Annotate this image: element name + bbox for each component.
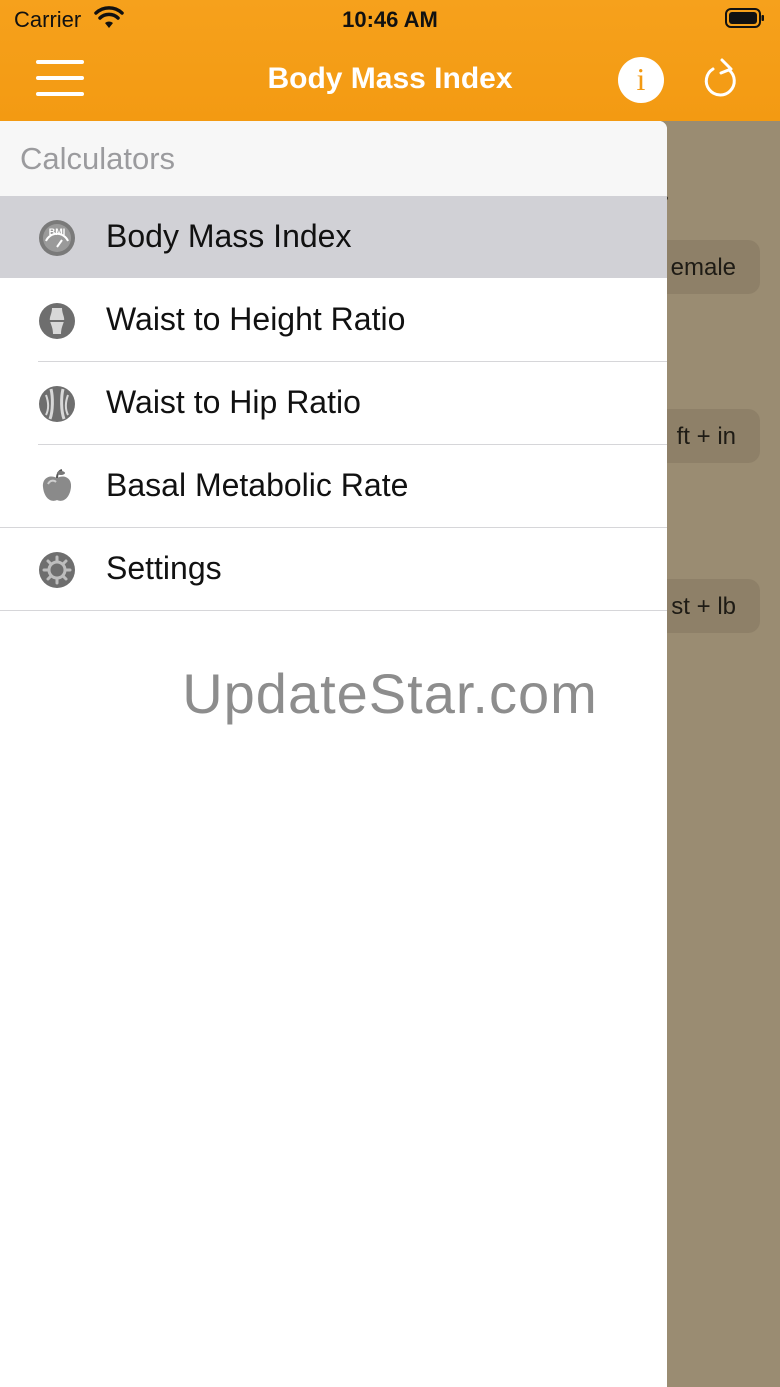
menu-item-basal-metabolic-rate[interactable]: Basal Metabolic Rate (0, 445, 667, 527)
menu-item-waist-to-hip[interactable]: Waist to Hip Ratio (0, 362, 667, 444)
menu-item-body-mass-index[interactable]: BMI Body Mass Index (0, 196, 667, 278)
menu-item-settings[interactable]: Settings (0, 528, 667, 610)
gear-icon (39, 552, 75, 588)
menu-item-label: Body Mass Index (106, 218, 352, 254)
section-title: Calculators (20, 141, 176, 176)
refresh-button[interactable] (700, 56, 742, 102)
divider (0, 610, 667, 611)
waist-figure-icon (39, 303, 75, 339)
section-header: Calculators (0, 121, 667, 196)
clock: 10:46 AM (342, 7, 438, 32)
menu-item-label: Waist to Hip Ratio (106, 384, 361, 420)
menu-item-label: Settings (106, 550, 222, 586)
battery-icon (725, 8, 764, 28)
menu-item-waist-to-height[interactable]: Waist to Height Ratio (0, 279, 667, 361)
menu-item-label: Waist to Height Ratio (106, 301, 406, 337)
side-drawer: Calculators BMI Body Mass Index Waist to… (0, 121, 667, 1387)
bmi-scale-icon: BMI (39, 220, 75, 256)
info-button[interactable]: i (618, 57, 664, 103)
apple-icon (42, 469, 72, 501)
top-bar: Carrier 10:46 AM Body Mass Index i (0, 0, 780, 121)
watermark: UpdateStar.com (182, 662, 598, 725)
status-bar: Carrier 10:46 AM (0, 0, 780, 40)
info-icon: i (636, 61, 646, 97)
menu-item-label: Basal Metabolic Rate (106, 467, 409, 503)
hip-figure-icon (39, 386, 75, 422)
